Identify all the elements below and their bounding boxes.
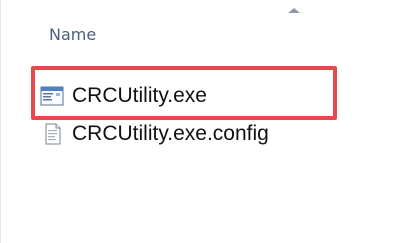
column-header-name[interactable]: Name <box>49 25 96 44</box>
file-list-view: Name CRCUtility.exe CRCUtility.exe.confi… <box>0 0 412 243</box>
pane-divider[interactable] <box>0 0 1 243</box>
file-name: CRCUtility.exe.config <box>72 122 269 145</box>
file-row-crcutility-exe-config[interactable]: CRCUtility.exe.config <box>40 120 340 148</box>
sort-ascending-icon <box>288 8 300 13</box>
column-header-row: Name <box>22 0 412 54</box>
file-row-crcutility-exe[interactable]: CRCUtility.exe <box>40 82 340 110</box>
document-icon <box>45 123 61 145</box>
file-name: CRCUtility.exe <box>72 84 207 107</box>
application-icon <box>40 86 64 106</box>
